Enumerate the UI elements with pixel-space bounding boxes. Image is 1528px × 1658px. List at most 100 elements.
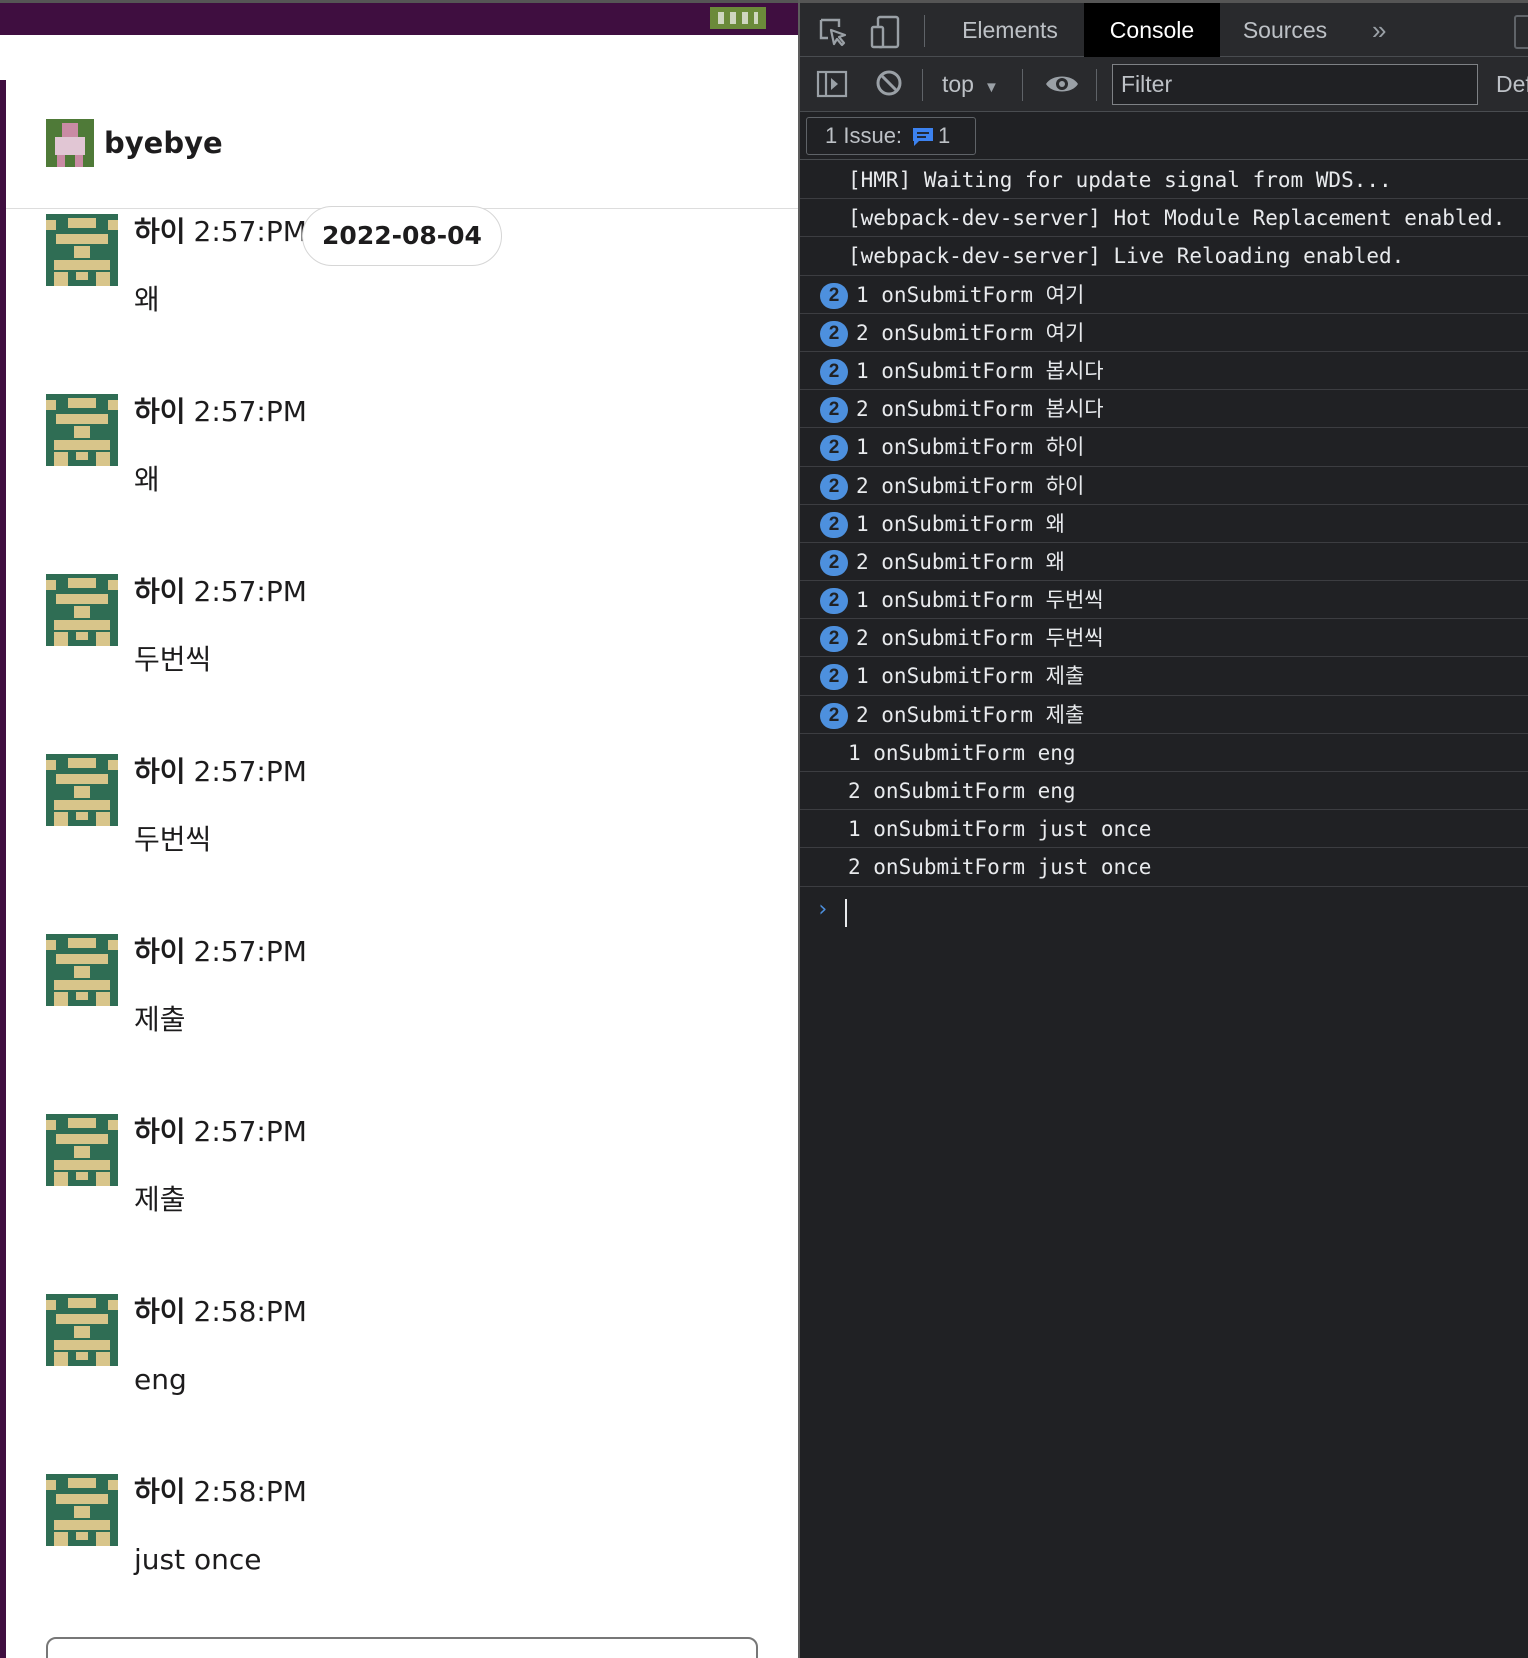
channel-avatar <box>46 119 94 167</box>
date-divider[interactable]: 2022-08-04 <box>302 206 502 266</box>
message-text: 왜 <box>134 283 160 316</box>
caret-down-icon: ▼ <box>983 79 999 96</box>
repeat-count-badge: 2 <box>820 664 848 691</box>
message-time: 2:57:PM <box>193 395 307 428</box>
user-avatar[interactable] <box>710 7 766 29</box>
console-log-text: 1 onSubmitForm 여기 <box>856 282 1085 307</box>
console-log-text: 1 onSubmitForm 제출 <box>856 664 1085 689</box>
console-log-row: 2 2 onSubmitForm 왜 <box>800 543 1528 582</box>
console-log-text: 2 onSubmitForm 여기 <box>856 320 1085 345</box>
console-log-row: 1 onSubmitForm eng <box>800 734 1528 772</box>
repeat-count-badge: 2 <box>820 626 848 653</box>
log-levels-dropdown[interactable]: Default levels <box>1496 57 1528 112</box>
sender-avatar[interactable] <box>46 1114 118 1186</box>
console-log-text: 2 onSubmitForm 하이 <box>856 473 1085 498</box>
console-toolbar: top ▼ Default levels <box>800 57 1528 112</box>
console-log-text: 1 onSubmitForm 하이 <box>856 435 1085 460</box>
toolbar-separator <box>1022 69 1023 101</box>
chat-message: 하이 2:57:PM 두번씩 <box>6 750 798 920</box>
issues-count: 1 <box>938 123 951 148</box>
message-author[interactable]: 하이 <box>134 395 186 428</box>
tab-sources[interactable]: Sources <box>1220 3 1350 57</box>
console-log-text: 2 onSubmitForm 제출 <box>856 702 1085 727</box>
chat-message: 하이 2:57:PM 제출 <box>6 930 798 1100</box>
device-toolbar-icon[interactable] <box>870 15 900 49</box>
console-log-text: 1 onSubmitForm just once <box>848 817 1152 842</box>
chat-message: 하이 2:57:PM 두번씩 <box>6 570 798 740</box>
repeat-count-badge: 2 <box>820 588 848 615</box>
console-log-text: 2 onSubmitForm 왜 <box>856 549 1065 574</box>
context-selector[interactable]: top ▼ <box>942 57 999 112</box>
message-author[interactable]: 하이 <box>134 1295 186 1328</box>
console-log-row: 2 1 onSubmitForm 봅시다 <box>800 352 1528 391</box>
console-log-row: 2 onSubmitForm eng <box>800 772 1528 811</box>
toolbar-separator <box>922 69 923 101</box>
message-meta: 하이 2:57:PM <box>134 932 307 972</box>
message-time: 2:57:PM <box>193 215 307 248</box>
message-meta: 하이 2:57:PM <box>134 392 307 432</box>
message-text: just once <box>134 1543 262 1576</box>
devtools-tab-bar: Elements Console Sources » <box>800 0 1528 57</box>
console-log-text: [HMR] Waiting for update signal from WDS… <box>848 168 1392 192</box>
sender-avatar[interactable] <box>46 754 118 826</box>
chat-message: 하이 2:58:PM eng <box>6 1290 798 1460</box>
prompt-chevron-icon: › <box>816 897 830 922</box>
message-input[interactable] <box>46 1637 758 1658</box>
message-author[interactable]: 하이 <box>134 575 186 608</box>
toolbar-separator <box>924 15 925 47</box>
message-text: 두번씩 <box>134 823 212 856</box>
sender-avatar[interactable] <box>46 1294 118 1366</box>
issues-button[interactable]: 1 Issue: 1 <box>806 117 976 155</box>
console-log-row: 2 2 onSubmitForm 봅시다 <box>800 390 1528 429</box>
console-prompt[interactable]: › <box>800 893 1528 933</box>
console-log-text: 2 onSubmitForm eng <box>848 779 1076 803</box>
console-log-row: 2 1 onSubmitForm 제출 <box>800 657 1528 696</box>
sender-avatar[interactable] <box>46 574 118 646</box>
console-filter-input[interactable] <box>1112 64 1478 105</box>
issues-label: 1 Issue: <box>825 123 903 148</box>
sender-avatar[interactable] <box>46 1474 118 1546</box>
message-time: 2:57:PM <box>193 1115 307 1148</box>
message-meta: 하이 2:57:PM <box>134 752 307 792</box>
console-log-text: 2 onSubmitForm 두번씩 <box>856 626 1104 651</box>
repeat-count-badge: 2 <box>820 473 848 500</box>
message-author[interactable]: 하이 <box>134 215 186 248</box>
repeat-count-badge: 2 <box>820 358 848 385</box>
message-time: 2:57:PM <box>193 755 307 788</box>
repeat-count-badge: 2 <box>820 282 848 309</box>
message-author[interactable]: 하이 <box>134 755 186 788</box>
console-log-row: 2 1 onSubmitForm 여기 <box>800 276 1528 314</box>
sender-avatar[interactable] <box>46 394 118 466</box>
console-log-row: [webpack-dev-server] Live Reloading enab… <box>800 237 1528 276</box>
message-meta: 하이 2:58:PM <box>134 1292 307 1332</box>
tab-elements[interactable]: Elements <box>950 3 1070 57</box>
repeat-count-badge: 2 <box>820 435 848 462</box>
message-text: 제출 <box>134 1003 186 1036</box>
message-author[interactable]: 하이 <box>134 1475 186 1508</box>
sender-avatar[interactable] <box>46 214 118 286</box>
sender-avatar[interactable] <box>46 934 118 1006</box>
repeat-count-badge: 2 <box>820 549 848 576</box>
repeat-count-badge: 2 <box>820 397 848 424</box>
show-sidebar-icon[interactable] <box>816 69 848 99</box>
message-time: 2:57:PM <box>193 575 307 608</box>
message-text: 제출 <box>134 1183 186 1216</box>
clear-console-icon[interactable] <box>874 68 904 98</box>
message-author[interactable]: 하이 <box>134 935 186 968</box>
message-time: 2:58:PM <box>193 1475 307 1508</box>
console-log-row: 2 1 onSubmitForm 하이 <box>800 428 1528 467</box>
more-tabs-icon[interactable]: » <box>1372 3 1386 57</box>
message-text: 두번씩 <box>134 643 212 676</box>
issues-bar: 1 Issue: 1 <box>800 112 1528 160</box>
repeat-count-badge: 2 <box>820 702 848 729</box>
tab-console[interactable]: Console <box>1084 3 1220 57</box>
message-time: 2:57:PM <box>193 935 307 968</box>
console-log-row: 1 onSubmitForm just once <box>800 810 1528 849</box>
console-log-row: 2 1 onSubmitForm 두번씩 <box>800 581 1528 620</box>
live-expression-eye-icon[interactable] <box>1044 69 1080 99</box>
settings-box-icon[interactable] <box>1514 15 1528 49</box>
workspace-top-bar <box>0 0 798 35</box>
repeat-count-badge: 2 <box>820 511 848 538</box>
inspect-element-icon[interactable] <box>818 17 848 47</box>
message-author[interactable]: 하이 <box>134 1115 186 1148</box>
